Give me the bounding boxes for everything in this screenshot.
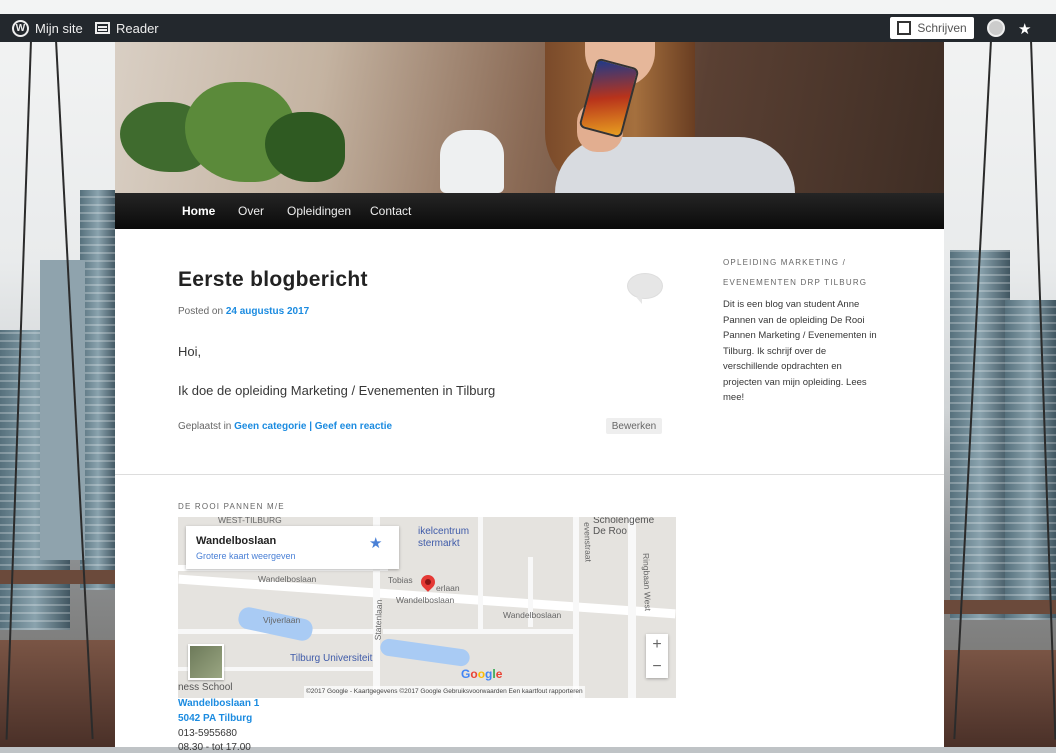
posted-on-label: Posted on — [178, 306, 226, 317]
map-label: Vijverlaan — [263, 615, 301, 625]
notification-icon[interactable]: ★ — [1018, 20, 1031, 38]
divider — [115, 474, 944, 475]
map-label: Wandelboslaan — [503, 610, 562, 620]
categorized-label: Geplaatst in — [178, 421, 235, 432]
map-attribution[interactable]: ©2017 Google - Kaartgegevens ©2017 Googl… — [304, 686, 585, 698]
nav-contact[interactable]: Contact — [370, 204, 411, 218]
edit-button[interactable]: Bewerken — [606, 418, 662, 434]
map-label: Tobias — [388, 575, 413, 585]
map-road — [478, 517, 483, 629]
coffee-cup — [440, 130, 504, 193]
map-label: ness School — [178, 682, 233, 693]
phone-number: 013-5955680 — [178, 728, 237, 739]
map-label: Wandelboslaan — [258, 574, 317, 584]
zoom-controls: + − — [646, 634, 668, 678]
meta-separator: | — [306, 421, 315, 432]
pencil-square-icon — [897, 21, 912, 35]
map-label: ikelcentrum — [418, 526, 470, 537]
bridge-deck-left — [0, 640, 115, 747]
skyscraper-right — [950, 250, 1010, 620]
skyscraper-left — [80, 190, 116, 590]
footer-widget-title: DE ROOI PANNEN M/E — [178, 502, 285, 511]
map-road — [383, 629, 573, 634]
header-image — [115, 42, 944, 193]
write-label: Schrijven — [917, 21, 967, 35]
address-line-2[interactable]: 5042 PA Tilburg — [178, 713, 252, 724]
sidebar-widget-text: Dit is een blog van student Anne Pannen … — [723, 299, 877, 403]
comment-bubble-icon[interactable] — [627, 273, 663, 304]
google-logo: Google — [461, 667, 503, 681]
write-button[interactable]: Schrijven — [890, 17, 974, 39]
address-line-1[interactable]: Wandelboslaan 1 — [178, 698, 259, 709]
star-icon[interactable]: ★ — [369, 534, 382, 552]
post-paragraph: Hoi, — [178, 344, 202, 359]
larger-map-link[interactable]: Grotere kaart weergeven — [196, 551, 296, 561]
bridge-deck-right — [944, 650, 1056, 747]
post-meta: Posted on 24 augustus 2017 — [178, 306, 309, 317]
map-label: evenstraat — [582, 521, 594, 563]
map-pin-icon[interactable] — [418, 572, 438, 592]
map-label: Statenlaan — [372, 599, 385, 641]
map-label: erlaan — [436, 583, 460, 593]
nav-opleidingen[interactable]: Opleidingen — [287, 204, 351, 218]
post-title[interactable]: Eerste blogbericht — [178, 268, 368, 292]
google-map[interactable]: Wandelboslaan Grotere kaart weergeven ★ … — [178, 517, 676, 698]
my-site-link[interactable]: W Mijn site — [12, 14, 83, 42]
avatar[interactable] — [987, 19, 1005, 37]
reply-link[interactable]: Geef een reactie — [315, 421, 392, 432]
map-label: WEST-TILBURG — [218, 517, 282, 525]
zoom-in-button[interactable]: + — [646, 634, 668, 656]
post-paragraph: Ik doe de opleiding Marketing / Evenemen… — [178, 383, 496, 398]
map-label: De Roo — [593, 526, 627, 537]
category-link[interactable]: Geen categorie — [234, 421, 306, 432]
reader-link[interactable]: Reader — [95, 14, 159, 42]
nav-home[interactable]: Home — [182, 204, 215, 218]
map-label: Wandelboslaan — [396, 595, 455, 605]
map-road — [573, 517, 579, 698]
main-nav: Home Over Opleidingen Contact — [115, 193, 944, 229]
reader-icon — [95, 22, 110, 34]
map-label: stermarkt — [418, 538, 460, 549]
post-footer-meta: Geplaatst in Geen categorie | Geef een r… — [178, 421, 392, 432]
page-content: Home Over Opleidingen Contact Eerste blo… — [115, 42, 944, 753]
map-water — [379, 637, 471, 668]
admin-bar: W Mijn site Reader Schrijven ★ — [0, 14, 1056, 42]
my-site-label: Mijn site — [35, 20, 83, 36]
sidebar-widget-title: EVENEMENTEN DRP TILBURG — [723, 278, 868, 287]
map-place-name: Wandelboslaan — [196, 535, 277, 547]
map-info-card: Wandelboslaan Grotere kaart weergeven ★ — [186, 526, 399, 569]
nav-over[interactable]: Over — [238, 204, 264, 218]
sidebar-widget-title: OPLEIDING MARKETING / — [723, 258, 846, 267]
opening-hours: 08.30 - tot 17.00 — [178, 742, 251, 753]
bridge-beam-left — [0, 570, 115, 584]
post-date-link[interactable]: 24 augustus 2017 — [226, 306, 309, 317]
building-left-2 — [40, 260, 85, 560]
reader-label: Reader — [116, 20, 159, 36]
wordpress-icon: W — [12, 19, 29, 37]
zoom-out-button[interactable]: − — [646, 656, 668, 678]
map-label: Ringbaan West — [640, 552, 653, 612]
map-label: Scholengeme — [593, 517, 655, 526]
satellite-toggle[interactable] — [188, 644, 224, 680]
map-label: Tilburg Universiteit — [290, 653, 373, 664]
map-road — [628, 517, 636, 698]
